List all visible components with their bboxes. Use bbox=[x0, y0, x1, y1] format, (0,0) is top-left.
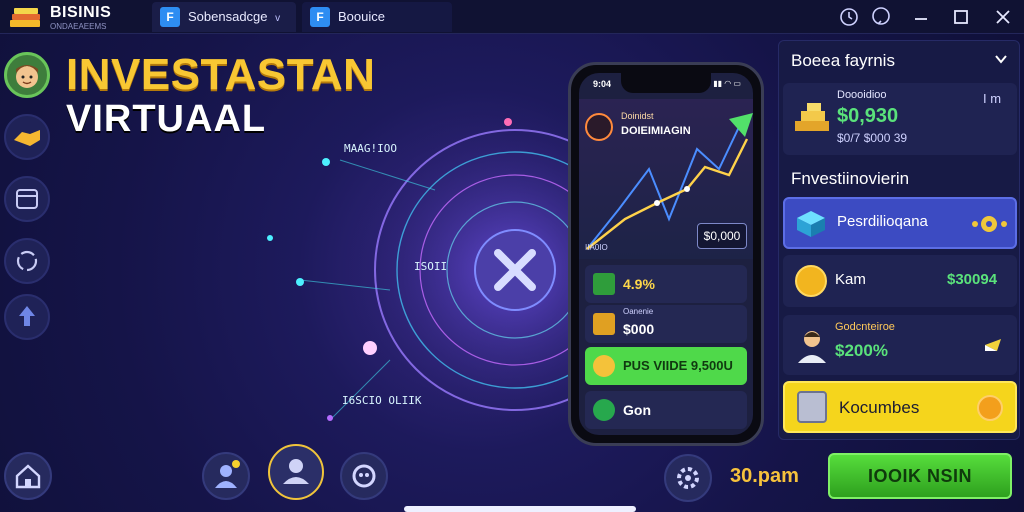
upload-icon bbox=[19, 306, 35, 326]
refresh-icon bbox=[16, 250, 38, 272]
investment-value: $200% bbox=[835, 341, 888, 360]
portfolio-panel: Boeea fayrnis Doooidioo $0,930 $0/7 $000… bbox=[778, 40, 1020, 440]
brand-subtitle: ONDAEAEEMS bbox=[50, 22, 107, 31]
phone-row-highlight[interactable]: PUS VIIDE 9,500U bbox=[585, 347, 747, 385]
home-button[interactable] bbox=[4, 452, 52, 500]
cube-icon bbox=[797, 211, 825, 237]
coin-icon bbox=[593, 355, 615, 377]
tab-caret: v bbox=[275, 13, 281, 24]
phone-row-yield[interactable]: 4.9% bbox=[585, 265, 747, 303]
investment-label: Kam bbox=[835, 271, 866, 288]
phone-notch bbox=[621, 73, 711, 93]
investments-section-title: Fnvestiinovierin bbox=[791, 169, 910, 188]
summary-subvalue: $0/7 $000 39 bbox=[837, 131, 908, 145]
dollar-icon bbox=[593, 399, 615, 421]
signal-icon: ▮▮ ◠ ▭ bbox=[713, 79, 741, 88]
user-avatar[interactable] bbox=[4, 52, 50, 98]
phone-row-gold[interactable]: Oanenie $000 bbox=[585, 305, 747, 343]
face-icon bbox=[16, 65, 38, 88]
chart-value-badge: $0,000 bbox=[697, 223, 747, 249]
join-button[interactable]: IOOIK NSIN bbox=[828, 453, 1012, 499]
deals-button[interactable] bbox=[4, 114, 50, 160]
user-icon bbox=[215, 460, 240, 488]
cash-icon bbox=[593, 273, 615, 295]
phone-row-value: 4.9% bbox=[623, 276, 655, 292]
panel-header: Boeea fayrnis bbox=[791, 51, 895, 70]
account-button[interactable] bbox=[268, 444, 324, 500]
stack-logo-icon bbox=[10, 8, 40, 27]
investment-item[interactable]: Kam $30094 bbox=[783, 255, 1017, 307]
user-icon bbox=[283, 459, 309, 484]
summary-value: $0,930 bbox=[837, 105, 899, 127]
growth-chart-panel: Doinidst DOIEIMIAGIN $0,000 IIA0IO bbox=[579, 99, 753, 259]
summary-unit: I m bbox=[983, 91, 1002, 106]
box-icon bbox=[797, 391, 827, 423]
gold-bars-icon bbox=[795, 103, 829, 131]
sync-button[interactable] bbox=[4, 238, 50, 284]
phone-row-dollar[interactable]: Gon bbox=[585, 391, 747, 429]
history-icon[interactable] bbox=[836, 4, 862, 30]
phone-row-value: PUS VIIDE 9,500U bbox=[623, 358, 733, 373]
tab-first[interactable]: F Sobensadcge v bbox=[152, 2, 296, 32]
investment-value: $30094 bbox=[947, 271, 998, 288]
investment-item[interactable]: Pesrdilioqana bbox=[783, 197, 1017, 249]
person-icon bbox=[798, 331, 826, 363]
summary-label: Doooidioo bbox=[837, 89, 887, 101]
close-icon[interactable] bbox=[990, 4, 1016, 30]
home-icon bbox=[15, 464, 41, 489]
tab-second[interactable]: F Boouice bbox=[302, 2, 452, 32]
gear-icon bbox=[977, 395, 1003, 421]
chevron-down-icon[interactable] bbox=[993, 51, 1009, 67]
tab-label: Sobensadcge bbox=[188, 9, 268, 24]
investment-label: Kocumbes bbox=[839, 398, 920, 417]
investment-label: Pesrdilioqana bbox=[837, 213, 928, 230]
tab-app-icon: F bbox=[160, 7, 180, 27]
controller-icon bbox=[352, 464, 376, 488]
dial-label-top: MAAG!IOO bbox=[344, 142, 397, 155]
profile-button[interactable] bbox=[202, 452, 250, 500]
maximize-icon[interactable] bbox=[948, 4, 974, 30]
settings-button[interactable] bbox=[664, 454, 712, 502]
chart-axis-tick: IIA0IO bbox=[585, 243, 608, 252]
gold-bars-icon bbox=[593, 313, 615, 335]
app-brand[interactable]: BISINIS ONDAEAEEMS bbox=[6, 2, 146, 32]
phone-row-label: Oanenie bbox=[623, 307, 654, 316]
chat-icon[interactable] bbox=[868, 4, 894, 30]
upload-button[interactable] bbox=[4, 294, 50, 340]
tab-label: Boouice bbox=[338, 9, 385, 24]
title-bar: BISINIS ONDAEAEEMS F Sobensadcge v F Boo… bbox=[0, 0, 1024, 34]
pie-icon bbox=[985, 339, 1001, 351]
hero-title-line2: VIRTUAAL bbox=[66, 98, 267, 140]
investment-item[interactable]: Godcnteiroe $200% bbox=[783, 315, 1017, 375]
phone-mockup: 9:04 ▮▮ ◠ ▭ Doinidst DOIEIMIAGIN $0,000 … bbox=[568, 62, 764, 446]
scroll-handle[interactable] bbox=[404, 506, 636, 512]
coin-icon bbox=[795, 265, 827, 297]
balance-summary-card[interactable]: Doooidioo $0,930 $0/7 $000 39 I m bbox=[783, 83, 1017, 155]
phone-status-time: 9:04 bbox=[593, 79, 612, 89]
investment-label: Godcnteiroe bbox=[835, 321, 895, 333]
dial-label-bottom: I6SCIO OLIIK bbox=[342, 394, 422, 407]
games-button[interactable] bbox=[340, 452, 388, 500]
tab-app-icon: F bbox=[310, 7, 330, 27]
brand-name: BISINIS bbox=[50, 4, 112, 21]
investment-item[interactable]: Kocumbes bbox=[783, 381, 1017, 433]
dial-label-mid: ISOII bbox=[414, 260, 448, 273]
phone-row-value: Gon bbox=[623, 402, 651, 418]
cards-button[interactable] bbox=[4, 176, 50, 222]
gear-badge-icon bbox=[972, 216, 1007, 232]
handshake-icon bbox=[14, 130, 40, 146]
gear-icon bbox=[677, 467, 699, 489]
timer-value: 30.pam bbox=[730, 465, 799, 487]
minimize-icon[interactable] bbox=[908, 4, 934, 30]
card-icon bbox=[16, 189, 38, 209]
phone-row-value: $000 bbox=[623, 321, 655, 337]
phone-screen: 9:04 ▮▮ ◠ ▭ Doinidst DOIEIMIAGIN $0,000 … bbox=[579, 73, 753, 435]
